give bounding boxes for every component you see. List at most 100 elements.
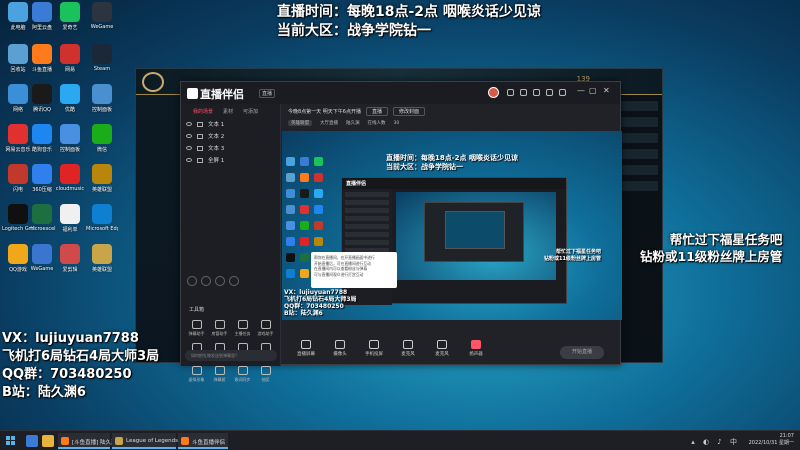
toolbox-item[interactable]: 游戏助手 (254, 320, 277, 337)
help-search-input[interactable]: 如何把礼物发送到弹幕里？ (185, 350, 277, 361)
change-cover-button[interactable]: 修改封面 (392, 106, 425, 116)
scene-item[interactable]: 文本 2 (181, 130, 280, 142)
online-count-value: 30 (393, 120, 400, 126)
microphone-button[interactable]: 麦克风 (432, 340, 452, 357)
streaming-app-window[interactable]: 直播伴侣 直播 — ▢ ✕ 我的场景 素材 可添加 文本 1 文本 2 文本 3… (180, 81, 622, 382)
overlay-left-text: VX：lujiuyuan7788 飞机打6局钻石4局大师3局 QQ群：70348… (2, 330, 159, 402)
move-down-icon[interactable] (215, 276, 225, 286)
category-tag[interactable]: 英雄联盟 (288, 120, 312, 126)
desktop-icon-label: Microsoft Edge (86, 226, 118, 232)
app-icon (60, 124, 80, 144)
taskbar-item-browser[interactable]: [斗鱼直播] 陆久渊6 (58, 433, 120, 449)
tool-icon (237, 320, 248, 329)
settings-icon[interactable] (559, 89, 566, 96)
desktop-icon-label: cloudmusic (55, 186, 85, 192)
desktop-icon[interactable]: 爱剪辑 (54, 244, 86, 273)
user-avatar[interactable] (488, 87, 499, 98)
nested-app-header: 直播伴侣 (342, 178, 566, 189)
toolbox-item[interactable]: 主播任务 (231, 320, 254, 337)
desktop-icon[interactable]: 优酷 (54, 84, 86, 113)
tool-icon (260, 320, 271, 329)
desktop-icon[interactable]: 爱奇艺 (54, 2, 86, 31)
stream-pill[interactable]: 直播 (365, 106, 388, 116)
game-logo-icon (142, 72, 164, 92)
eye-icon[interactable] (186, 158, 192, 162)
toolbox-item[interactable]: 弹幕姬 (208, 366, 231, 383)
bilibili-text: B站：陆久渊6 (2, 385, 86, 400)
desktop-icon[interactable]: WeGame (86, 2, 118, 30)
move-up-icon[interactable] (201, 276, 211, 286)
phone-cast-button[interactable]: 手机投屏 (364, 340, 384, 357)
desktop-icon[interactable]: 微信 (86, 124, 118, 153)
gift-icon[interactable] (507, 89, 514, 96)
subcategory-label: 大厅直播 (320, 121, 338, 126)
preview-overlay-top: 直播时间：每晚18点-2点 咽喉炎话少见谅 当前大区：战争学院钻一 (386, 154, 518, 171)
main-area: 今晚8点第一天 明天下午6点开播 直播 修改封面 英雄联盟 大厅直播 陆久渊 在… (282, 104, 622, 366)
screen-capture-button[interactable]: 直播屏幕 (296, 340, 316, 357)
desktop-icon[interactable]: 英雄联盟 (86, 164, 118, 193)
tab-materials[interactable]: 素材 (223, 108, 233, 115)
toolbox-item[interactable]: 虚拟形象 (185, 366, 208, 383)
stream-preview[interactable]: 直播时间：每晚18点-2点 咽喉炎话少见谅 当前大区：战争学院钻一 直播伴侣 V… (282, 131, 622, 320)
desktop-icon[interactable]: 英雄联盟 (86, 244, 118, 273)
scene-control-buttons (187, 276, 239, 286)
app-icon (8, 204, 28, 224)
scene-item[interactable]: 文本 1 (181, 118, 280, 130)
eye-icon[interactable] (186, 134, 192, 138)
scene-item[interactable]: 文本 3 (181, 142, 280, 154)
windows-start-icon[interactable] (6, 436, 16, 446)
tool-label: 游戏助手 (257, 331, 274, 336)
taskbar-item-league[interactable]: League of Legends (112, 433, 178, 449)
tab-my-scenes[interactable]: 我的场景 (193, 108, 213, 115)
tool-label: 虚拟形象 (188, 377, 205, 382)
mail-icon[interactable] (546, 89, 553, 96)
chat-icon[interactable] (533, 89, 540, 96)
desktop-icon-label: Steam (93, 66, 111, 72)
desktop-icon[interactable]: 网易 (54, 44, 86, 73)
close-button[interactable]: ✕ (603, 86, 610, 95)
pinned-app-icon[interactable] (26, 435, 38, 447)
taskbar-item-streaming-app[interactable]: 斗鱼直播伴侣 (178, 433, 228, 449)
stream-title[interactable]: 今晚8点第一天 明天下午6点开播 (288, 108, 361, 115)
file-explorer-icon[interactable] (42, 435, 54, 447)
app-icon (60, 84, 80, 104)
desktop-icon[interactable]: 控制面板 (54, 124, 86, 153)
desktop-icon[interactable]: Steam (86, 44, 118, 72)
delete-source-icon[interactable] (229, 276, 239, 286)
toolbox-item[interactable]: 抽奖 (254, 366, 277, 383)
app-icon (8, 124, 28, 144)
minimize-button[interactable]: — (577, 86, 585, 95)
add-source-icon[interactable] (187, 276, 197, 286)
wechat-text: VX：lujiuyuan7788 (2, 331, 139, 346)
stream-meta-bar: 英雄联盟 大厅直播 陆久渊 在线人数 30 (282, 118, 622, 128)
shirt-icon[interactable] (520, 89, 527, 96)
desktop-icon[interactable]: Microsoft Edge (86, 204, 118, 232)
eye-icon[interactable] (186, 146, 192, 150)
toolbox-item[interactable]: 歌词同步 (231, 366, 254, 383)
toolbox-item[interactable]: 房管助手 (208, 320, 231, 337)
desktop-icon[interactable]: 控制面板 (86, 84, 118, 113)
speaker-button[interactable]: 扬声器 (466, 340, 486, 357)
desktop-icon[interactable]: cloudmusic (54, 164, 86, 192)
mic-settings-icon (403, 340, 413, 349)
overlay-top-text: 直播时间：每晚18点-2点 咽喉炎话少见谅 当前大区：战争学院钻一 (277, 3, 541, 41)
start-stream-button[interactable]: 开始直播 (560, 346, 604, 359)
desktop-icon[interactable]: 福利单 (54, 204, 86, 233)
system-tray-icons[interactable]: ▴ ◐ ♪ 中 (691, 437, 740, 447)
scene-item[interactable]: 全屏 1 (181, 154, 280, 166)
speaker-icon (471, 340, 481, 349)
app-icon (60, 2, 80, 22)
camera-button[interactable]: 摄像头 (330, 340, 350, 357)
app-icon (92, 204, 112, 224)
toolbox-title: 工具箱 (189, 307, 205, 313)
maximize-button[interactable]: ▢ (589, 86, 597, 95)
mic-source-button[interactable]: 麦克风 (398, 340, 418, 357)
system-clock[interactable]: 21:07 2022/10/31 星期一 (749, 433, 794, 447)
toolbox-item[interactable]: 弹幕助手 (185, 320, 208, 337)
eye-icon[interactable] (186, 122, 192, 126)
app-icon (92, 124, 112, 144)
tool-icon (237, 366, 248, 375)
tab-addable[interactable]: 可添加 (243, 108, 258, 115)
tool-label: 弹幕助手 (188, 331, 205, 336)
tool-label: 房管助手 (211, 331, 228, 336)
